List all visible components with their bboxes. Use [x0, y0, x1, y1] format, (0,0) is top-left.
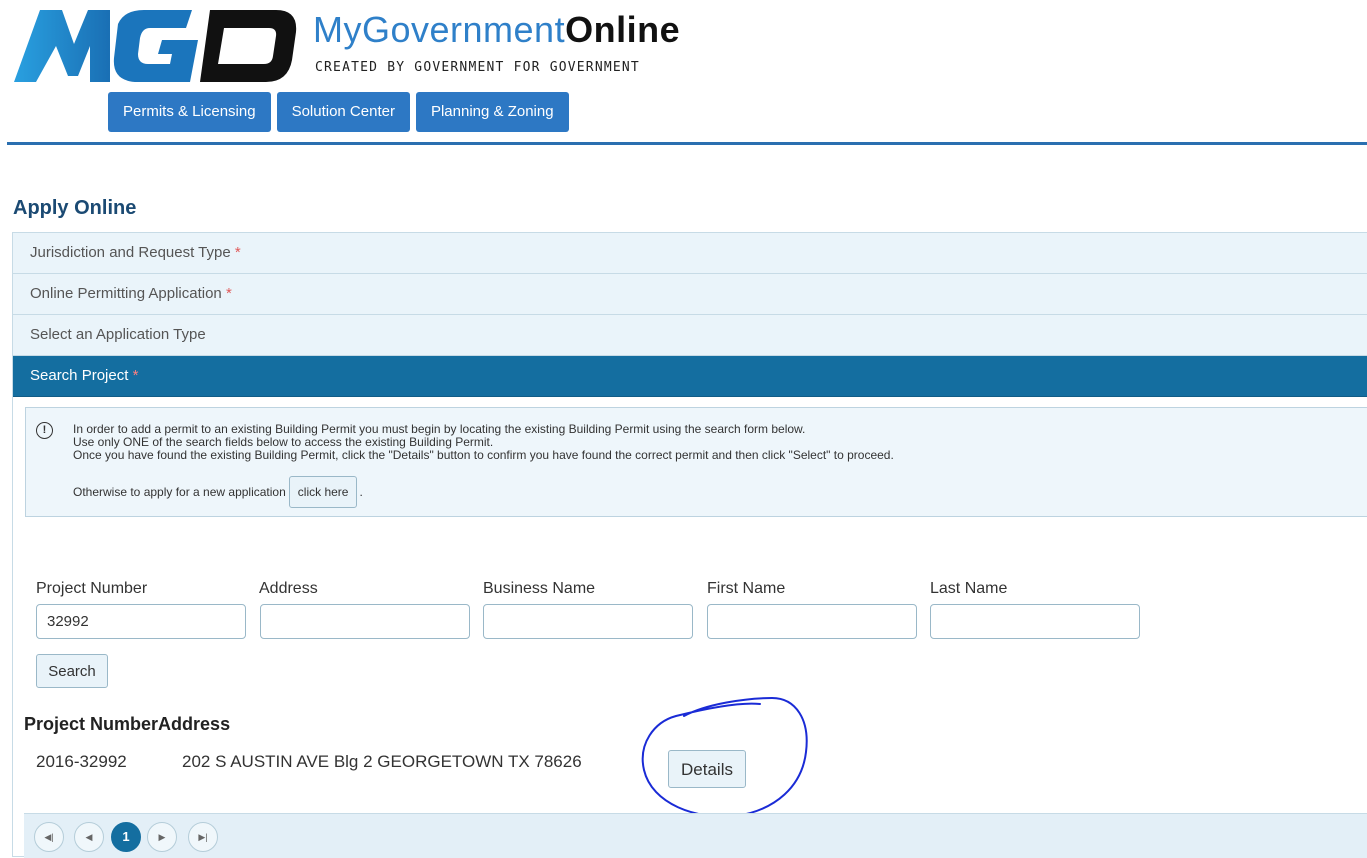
nav-permits-licensing[interactable]: Permits & Licensing — [108, 92, 271, 132]
nav-solution-center[interactable]: Solution Center — [276, 92, 410, 132]
info-line-3: Once you have found the existing Buildin… — [73, 448, 894, 462]
result-address: 202 S AUSTIN AVE Blg 2 GEORGETOWN TX 786… — [182, 752, 582, 771]
exclamation-circle-icon: ! — [36, 422, 53, 439]
nav-divider — [7, 142, 1367, 145]
address-input[interactable] — [260, 604, 470, 639]
brand-title-bold: Online — [565, 9, 681, 50]
project-number-input[interactable] — [36, 604, 246, 639]
pagination-bar: ◀​| ◀ 1 ▶ ▶| — [24, 813, 1367, 858]
info-line-4-suffix: . — [359, 485, 363, 499]
first-name-label: First Name — [707, 580, 786, 597]
required-marker: * — [234, 244, 241, 261]
info-line-4-prefix: Otherwise to apply for a new application — [73, 485, 286, 499]
brand-title-light: MyGovernment — [313, 9, 566, 50]
accordion-application-type[interactable]: Select an Application Type — [13, 315, 1367, 356]
accordion-label: Search Project — [30, 367, 129, 384]
accordion-label: Online Permitting Application — [30, 285, 222, 302]
main-nav: Permits & Licensing Solution Center Plan… — [108, 92, 569, 132]
nav-planning-zoning[interactable]: Planning & Zoning — [415, 92, 569, 132]
required-marker: * — [132, 367, 139, 384]
last-page-icon[interactable]: ▶| — [188, 822, 218, 852]
first-name-input[interactable] — [707, 604, 917, 639]
accordion-online-permitting[interactable]: Online Permitting Application * — [13, 274, 1367, 315]
accordion-search-project[interactable]: Search Project * — [13, 356, 1367, 397]
header-address: Address — [158, 714, 231, 734]
search-button[interactable]: Search — [36, 654, 108, 688]
info-box: ! In order to add a permit to an existin… — [25, 407, 1367, 517]
results-header: Project NumberAddress — [24, 714, 230, 735]
hand-drawn-circle-annotation — [641, 696, 808, 818]
accordion-label: Jurisdiction and Request Type — [30, 244, 231, 261]
accordion-label: Select an Application Type — [30, 326, 206, 343]
click-here-button[interactable]: click here — [288, 476, 358, 508]
address-label: Address — [259, 580, 318, 597]
mgo-logo — [14, 10, 297, 82]
next-page-icon[interactable]: ▶ — [147, 822, 177, 852]
first-page-icon[interactable]: ◀​| — [34, 822, 64, 852]
page-title: Apply Online — [13, 197, 137, 219]
prev-page-icon[interactable]: ◀ — [74, 822, 104, 852]
header-project-number: Project Number — [24, 714, 159, 734]
project-number-label: Project Number — [36, 580, 148, 597]
brand-tagline: CREATED BY GOVERNMENT FOR GOVERNMENT — [315, 60, 640, 75]
business-name-input[interactable] — [483, 604, 693, 639]
result-project-number: 2016-32992 — [36, 752, 127, 771]
required-marker: * — [225, 285, 232, 302]
last-name-label: Last Name — [930, 580, 1008, 597]
brand-title: MyGovernmentOnline — [313, 10, 680, 50]
last-name-input[interactable] — [930, 604, 1140, 639]
accordion-jurisdiction[interactable]: Jurisdiction and Request Type * — [13, 233, 1367, 274]
page-1-button[interactable]: 1 — [111, 822, 141, 852]
business-name-label: Business Name — [483, 580, 596, 597]
